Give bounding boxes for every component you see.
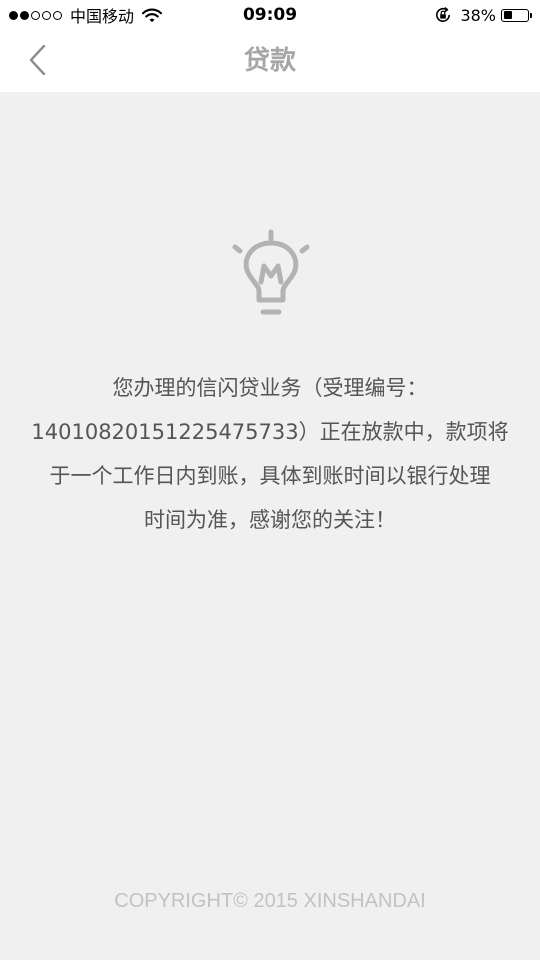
loan-status-message: 您办理的信闪贷业务（受理编号： 14010820151225475733）正在放… [20,366,520,542]
battery-tip [530,12,532,18]
page-title: 贷款 [243,46,296,76]
status-bar: 中国移动 09:09 38% [0,0,540,30]
battery-level [503,11,512,19]
message-line-1: 您办理的信闪贷业务（受理编号： [112,376,428,400]
battery-icon [501,8,529,22]
copyright-footer: COPYRIGHT© 2015 XINSHANDAI [114,890,426,912]
status-bar-right: 38% [434,4,532,26]
navigation-bar: 贷款 [0,30,540,92]
message-line-4: 时间为准，感谢您的关注！ [144,508,396,532]
lightbulb-icon [228,228,314,324]
rotation-lock-icon [434,6,452,24]
battery-percentage: 38% [460,5,496,25]
message-line-3: 于一个工作日内到账，具体到账时间以银行处理 [49,464,491,488]
message-line-2: 14010820151225475733）正在放款中，款项将 [31,420,509,444]
